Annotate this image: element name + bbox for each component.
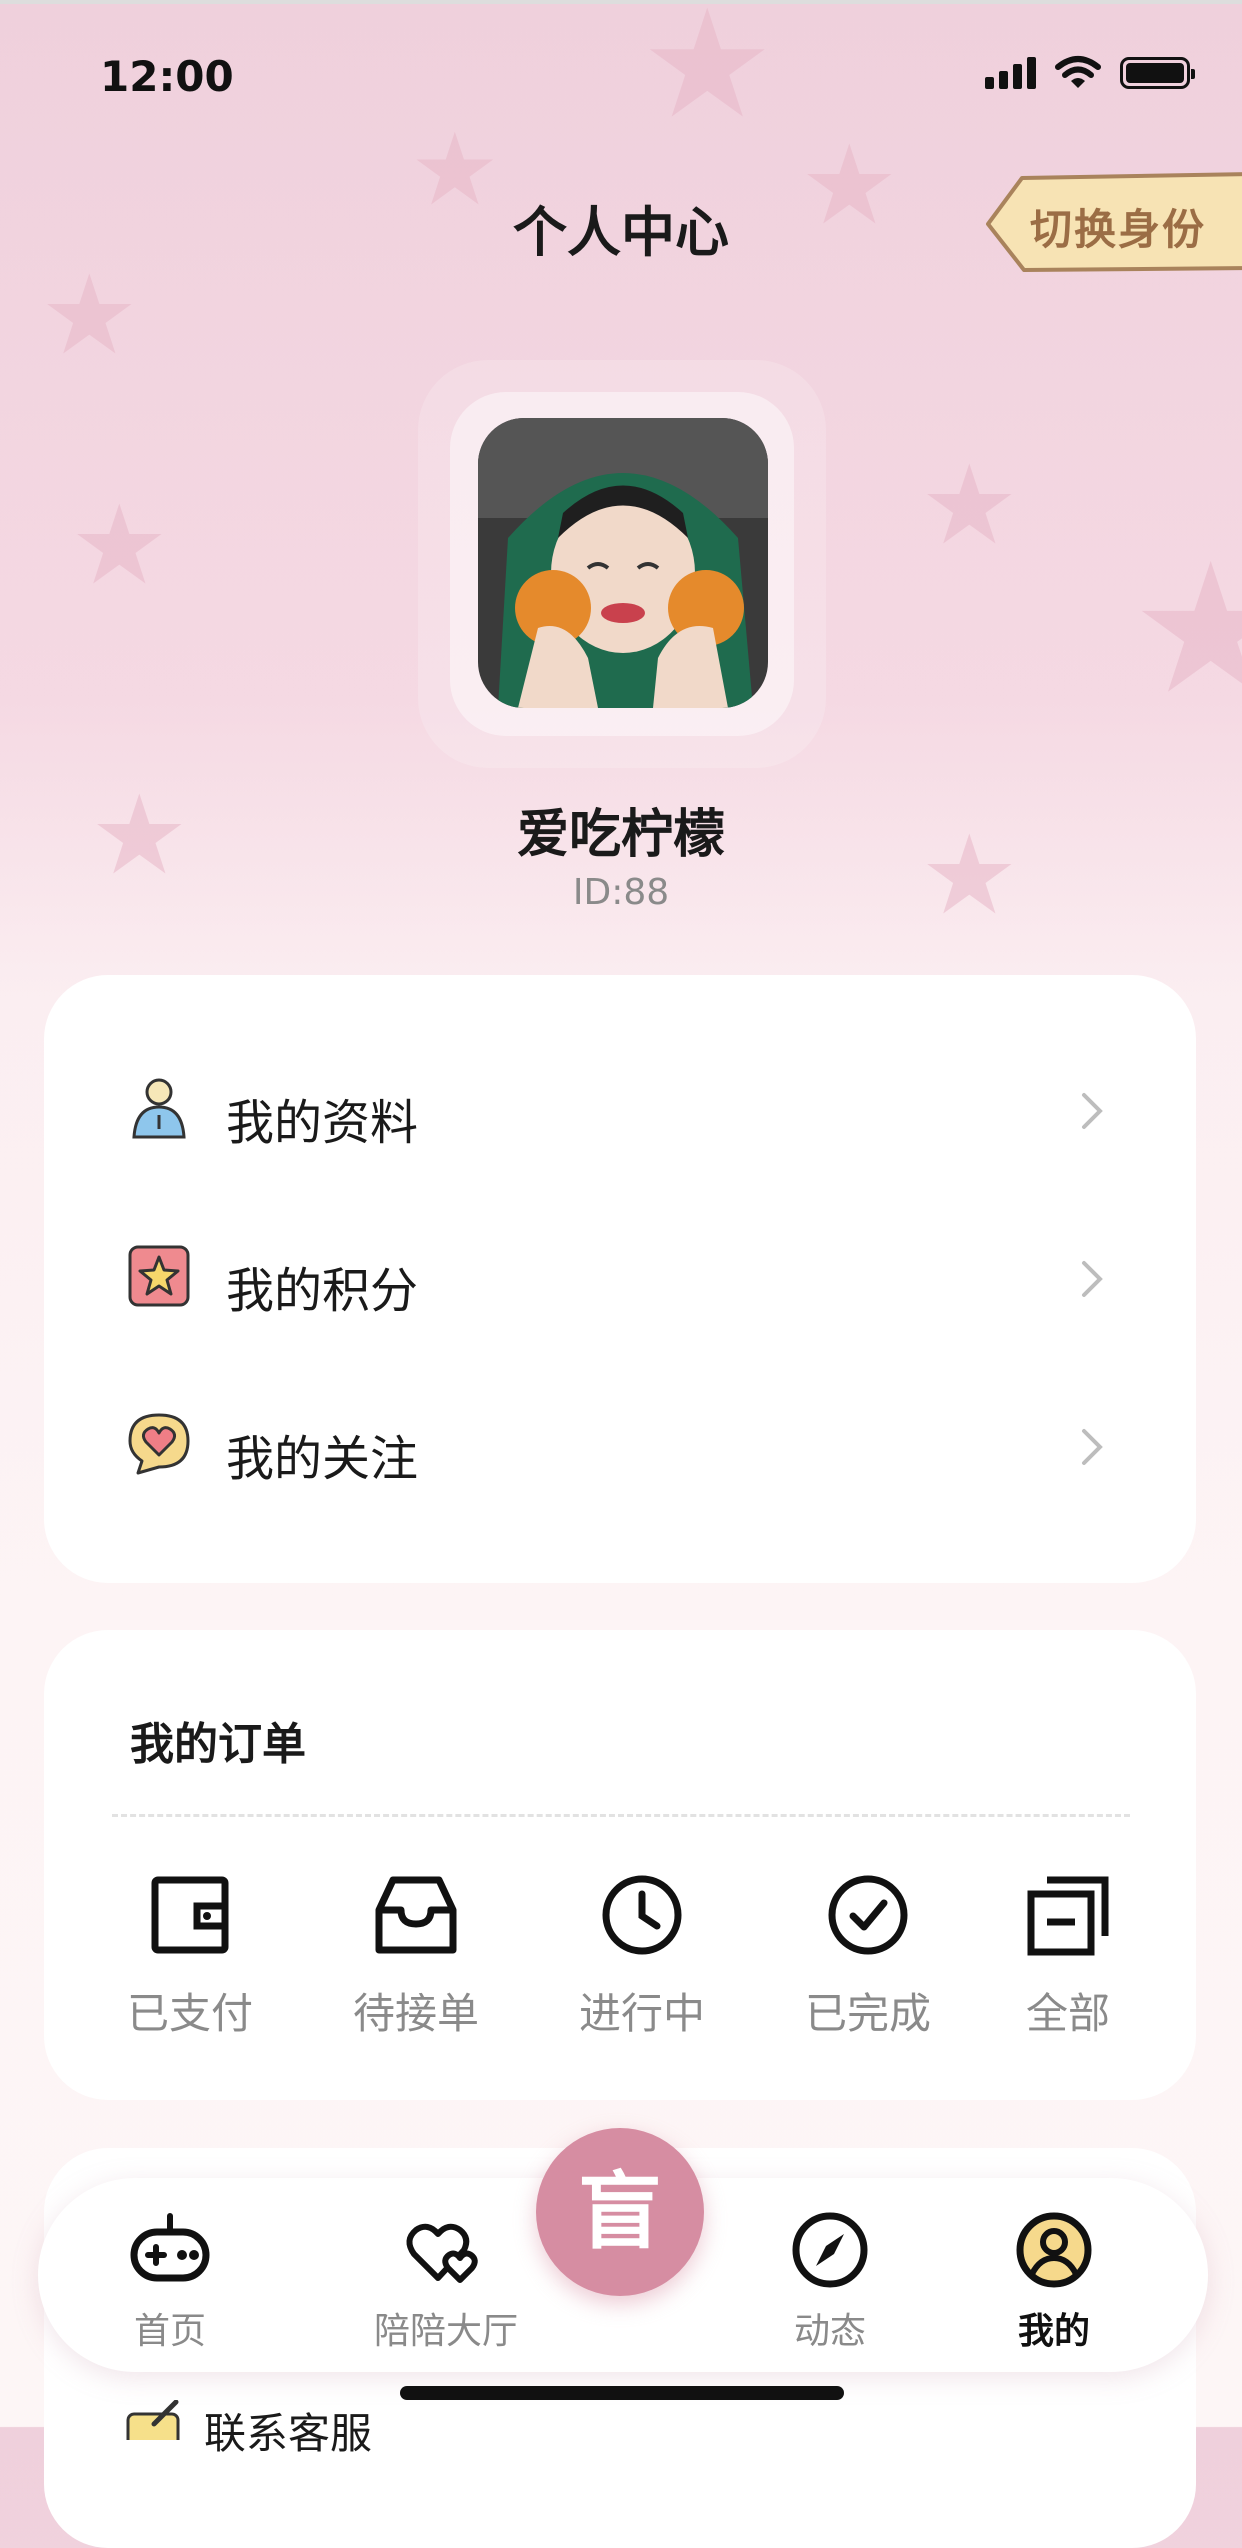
decor-star-icon: ★: [1130, 525, 1242, 734]
order-status-label: 进行中: [578, 1989, 705, 2038]
user-profile-icon: [132, 1078, 186, 1139]
profile-menu-card: 我的资料 我的积分 我的关注: [44, 975, 1196, 1583]
battery-icon: [1120, 57, 1195, 89]
inbox-icon: [375, 1876, 457, 1954]
user-circle-icon: [1016, 2212, 1092, 2288]
chevron-right-icon: [1082, 1429, 1103, 1465]
tab-label: 首页: [133, 2311, 206, 2352]
hearts-icon: [406, 2223, 478, 2283]
avatar[interactable]: [478, 418, 768, 708]
compass-icon: [792, 2212, 868, 2288]
cellular-signal-icon: [985, 57, 1036, 89]
decor-star-icon: ★: [70, 481, 169, 609]
contact-service-label: 联系客服: [204, 2409, 373, 2458]
tab-home[interactable]: 首页: [80, 2208, 260, 2354]
chevron-right-icon: [1082, 1093, 1103, 1129]
switch-identity-button[interactable]: 切换身份: [982, 170, 1242, 274]
menu-item-label: 我的积分: [226, 1263, 419, 1319]
contact-service-item[interactable]: 联系客服: [124, 2400, 372, 2461]
pencil-note-icon: [126, 2400, 180, 2440]
wifi-icon: [1055, 56, 1101, 88]
status-icons: [985, 55, 1195, 91]
menu-item-label: 我的关注: [226, 1431, 419, 1487]
user-id: ID:88: [572, 872, 670, 913]
clock-icon: [602, 1875, 682, 1955]
menu-item-my-profile[interactable]: 我的资料: [44, 1035, 1196, 1155]
divider: [112, 1814, 1130, 1817]
decor-star-icon: ★: [640, 0, 775, 152]
tab-mine[interactable]: 我的: [964, 2208, 1144, 2354]
order-status-all[interactable]: 全部: [968, 1870, 1168, 2041]
star-points-icon: [128, 1245, 190, 1307]
heart-bubble-icon: [128, 1413, 190, 1475]
status-time: 12:00: [100, 52, 234, 101]
tab-moments[interactable]: 动态: [740, 2208, 920, 2354]
stack-icon: [1027, 1876, 1109, 1956]
decor-star-icon: ★: [40, 251, 139, 379]
order-status-paid[interactable]: 已支付: [90, 1870, 290, 2041]
order-status-label: 已支付: [126, 1989, 253, 2038]
tab-label: 动态: [793, 2311, 866, 2352]
order-status-label: 待接单: [352, 1989, 479, 2038]
orders-card: 我的订单 已支付 待接单 进行中 已完成 全部: [44, 1630, 1196, 2100]
menu-item-label: 我的资料: [226, 1095, 419, 1151]
menu-item-my-following[interactable]: 我的关注: [44, 1371, 1196, 1491]
top-edge: [0, 0, 1242, 4]
order-status-label: 已完成: [804, 1989, 931, 2038]
decor-star-icon: ★: [920, 441, 1019, 569]
switch-identity-label: 切换身份: [1030, 205, 1207, 254]
chevron-right-icon: [1082, 1261, 1103, 1297]
check-circle-icon: [828, 1875, 908, 1955]
menu-item-my-points[interactable]: 我的积分: [44, 1203, 1196, 1323]
order-status-label: 全部: [1025, 1989, 1110, 2038]
wallet-icon: [151, 1876, 229, 1954]
home-indicator: [400, 2386, 844, 2400]
tab-label: 我的: [1017, 2311, 1090, 2352]
blind-box-button[interactable]: 盲: [536, 2128, 704, 2296]
tab-companion-hall[interactable]: 陪陪大厅: [356, 2208, 536, 2354]
tab-label: 陪陪大厅: [373, 2311, 518, 2352]
order-status-pending[interactable]: 待接单: [316, 1870, 516, 2041]
order-status-in-progress[interactable]: 进行中: [542, 1870, 742, 2041]
user-name: 爱吃柠檬: [516, 805, 725, 865]
gamepad-icon: [130, 2213, 210, 2282]
orders-title: 我的订单: [130, 1719, 306, 1770]
order-status-completed[interactable]: 已完成: [768, 1870, 968, 2041]
